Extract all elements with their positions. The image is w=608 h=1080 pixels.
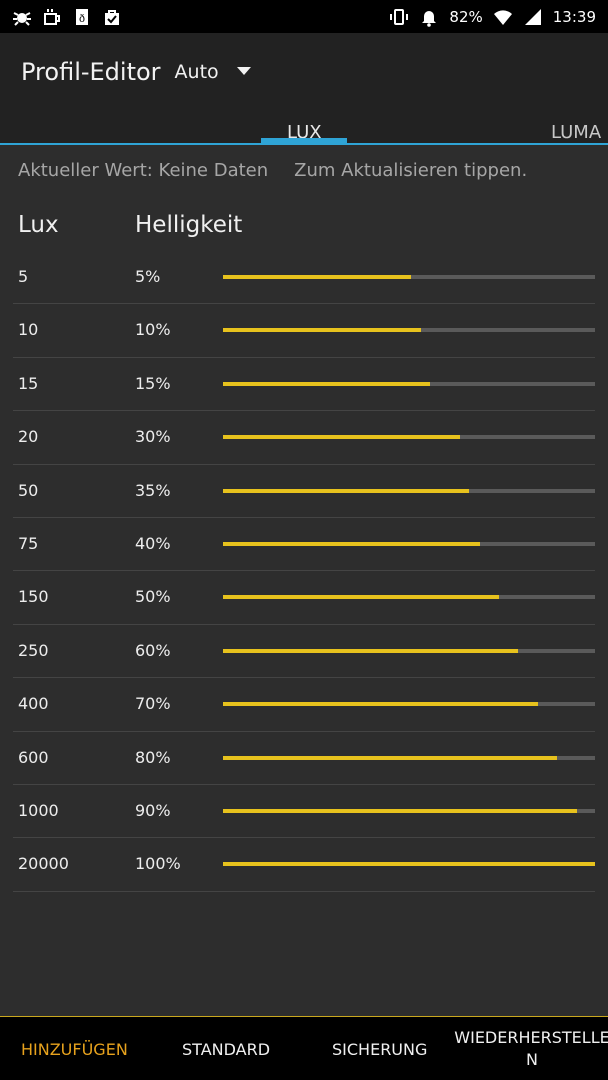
row-brightness: 10%	[135, 320, 171, 340]
bug-icon	[12, 7, 32, 27]
row-lux: 400	[18, 694, 49, 714]
add-button[interactable]: HINZUFÜGEN	[21, 1017, 128, 1080]
row-brightness: 30%	[135, 427, 171, 447]
row-lux: 50	[18, 480, 39, 500]
clock: 13:39	[552, 7, 596, 26]
status-bar: ð 82% 13:39	[0, 0, 608, 33]
restore-button[interactable]: WIEDERHERSTELLE N	[454, 1017, 608, 1080]
alarm-icon	[419, 7, 439, 27]
brightness-bar-fill	[223, 488, 469, 493]
table-row[interactable]: 20000 100%	[13, 838, 595, 892]
row-lux: 15	[18, 373, 39, 393]
brightness-bar-fill	[223, 808, 578, 813]
page-title: Profil-Editor	[21, 58, 161, 86]
profile-table: 5 5% 10 10% 15 15% 20 30% 50 35% 75 40% …	[13, 251, 595, 892]
brightness-bar	[223, 648, 595, 653]
brightness-column-header: Helligkeit	[135, 212, 243, 238]
signal-icon	[523, 7, 543, 27]
brightness-bar	[223, 541, 595, 546]
row-brightness: 35%	[135, 480, 171, 500]
row-lux: 20000	[18, 854, 69, 874]
brightness-bar	[223, 808, 595, 813]
status-bar-system: 82% 13:39	[389, 7, 596, 27]
brightness-bar	[223, 755, 595, 760]
row-lux: 5	[18, 267, 29, 286]
brightness-bar	[223, 381, 595, 386]
row-brightness: 80%	[135, 747, 171, 767]
table-row[interactable]: 15 15%	[13, 358, 595, 412]
table-row[interactable]: 250 60%	[13, 625, 595, 679]
row-lux: 150	[18, 587, 49, 607]
row-brightness: 15%	[135, 373, 171, 393]
row-brightness: 5%	[135, 267, 161, 286]
shopping-bag-icon	[102, 7, 122, 27]
brightness-bar-fill	[223, 541, 481, 546]
theme-icon: ð	[72, 7, 92, 27]
brightness-bar	[223, 595, 595, 600]
chevron-down-icon	[236, 67, 251, 75]
bottom-action-bar: HINZUFÜGEN STANDARD SICHERUNG WIEDERHERS…	[0, 1016, 608, 1080]
row-brightness: 40%	[135, 533, 171, 553]
default-button[interactable]: STANDARD	[182, 1017, 270, 1080]
current-value-text: Aktueller Wert: Keine Daten	[18, 160, 269, 181]
battery-level: 82%	[449, 7, 483, 26]
row-brightness: 90%	[135, 800, 171, 820]
active-tab-indicator	[261, 138, 347, 143]
status-bar-notifications: ð	[12, 7, 122, 27]
brightness-bar-fill	[223, 381, 430, 386]
table-row[interactable]: 5 5%	[13, 251, 595, 305]
brightness-bar-fill	[223, 648, 518, 653]
row-lux: 10	[18, 320, 39, 340]
row-lux: 250	[18, 640, 49, 660]
row-brightness: 60%	[135, 640, 171, 660]
table-row[interactable]: 150 50%	[13, 571, 595, 625]
row-lux: 20	[18, 427, 39, 447]
row-brightness: 70%	[135, 694, 171, 714]
brightness-bar	[223, 328, 595, 333]
table-row[interactable]: 600 80%	[13, 732, 595, 785]
table-row[interactable]: 10 10%	[13, 304, 595, 358]
brightness-bar	[223, 275, 595, 279]
vibrate-icon	[389, 7, 409, 27]
wifi-icon	[493, 7, 513, 27]
brightness-bar-fill	[223, 275, 412, 279]
profile-mode-dropdown[interactable]: Auto	[175, 61, 251, 83]
row-brightness: 50%	[135, 587, 171, 607]
row-lux: 600	[18, 747, 49, 767]
brightness-bar	[223, 862, 595, 867]
table-row[interactable]: 20 30%	[13, 411, 595, 465]
row-brightness: 100%	[135, 854, 181, 874]
profile-mode-value: Auto	[174, 61, 219, 83]
refresh-hint: Zum Aktualisieren tippen.	[294, 160, 528, 181]
table-row[interactable]: 400 70%	[13, 678, 595, 732]
table-row[interactable]: 75 40%	[13, 518, 595, 572]
tab-bar: LUX LUMA	[0, 111, 608, 145]
brightness-bar-fill	[223, 702, 539, 707]
mug-icon	[42, 7, 62, 27]
row-lux: 1000	[18, 800, 59, 820]
row-lux: 75	[18, 533, 39, 553]
app-toolbar: Profil-Editor Auto	[0, 33, 608, 111]
table-row[interactable]: 1000 90%	[13, 785, 595, 839]
table-row[interactable]: 50 35%	[13, 465, 595, 518]
backup-button[interactable]: SICHERUNG	[332, 1017, 427, 1080]
sensor-info[interactable]: Aktueller Wert: Keine Daten Zum Aktualisi…	[18, 160, 598, 181]
tab-luma[interactable]: LUMA	[551, 122, 601, 143]
brightness-bar-fill	[223, 328, 421, 333]
brightness-bar-fill	[223, 862, 595, 867]
brightness-bar-fill	[223, 755, 558, 760]
brightness-bar	[223, 488, 595, 493]
brightness-bar	[223, 702, 595, 707]
lux-column-header: Lux	[18, 212, 59, 238]
brightness-bar-fill	[223, 595, 500, 600]
brightness-bar	[223, 435, 595, 440]
svg-text:ð: ð	[79, 14, 85, 25]
brightness-bar-fill	[223, 435, 460, 440]
